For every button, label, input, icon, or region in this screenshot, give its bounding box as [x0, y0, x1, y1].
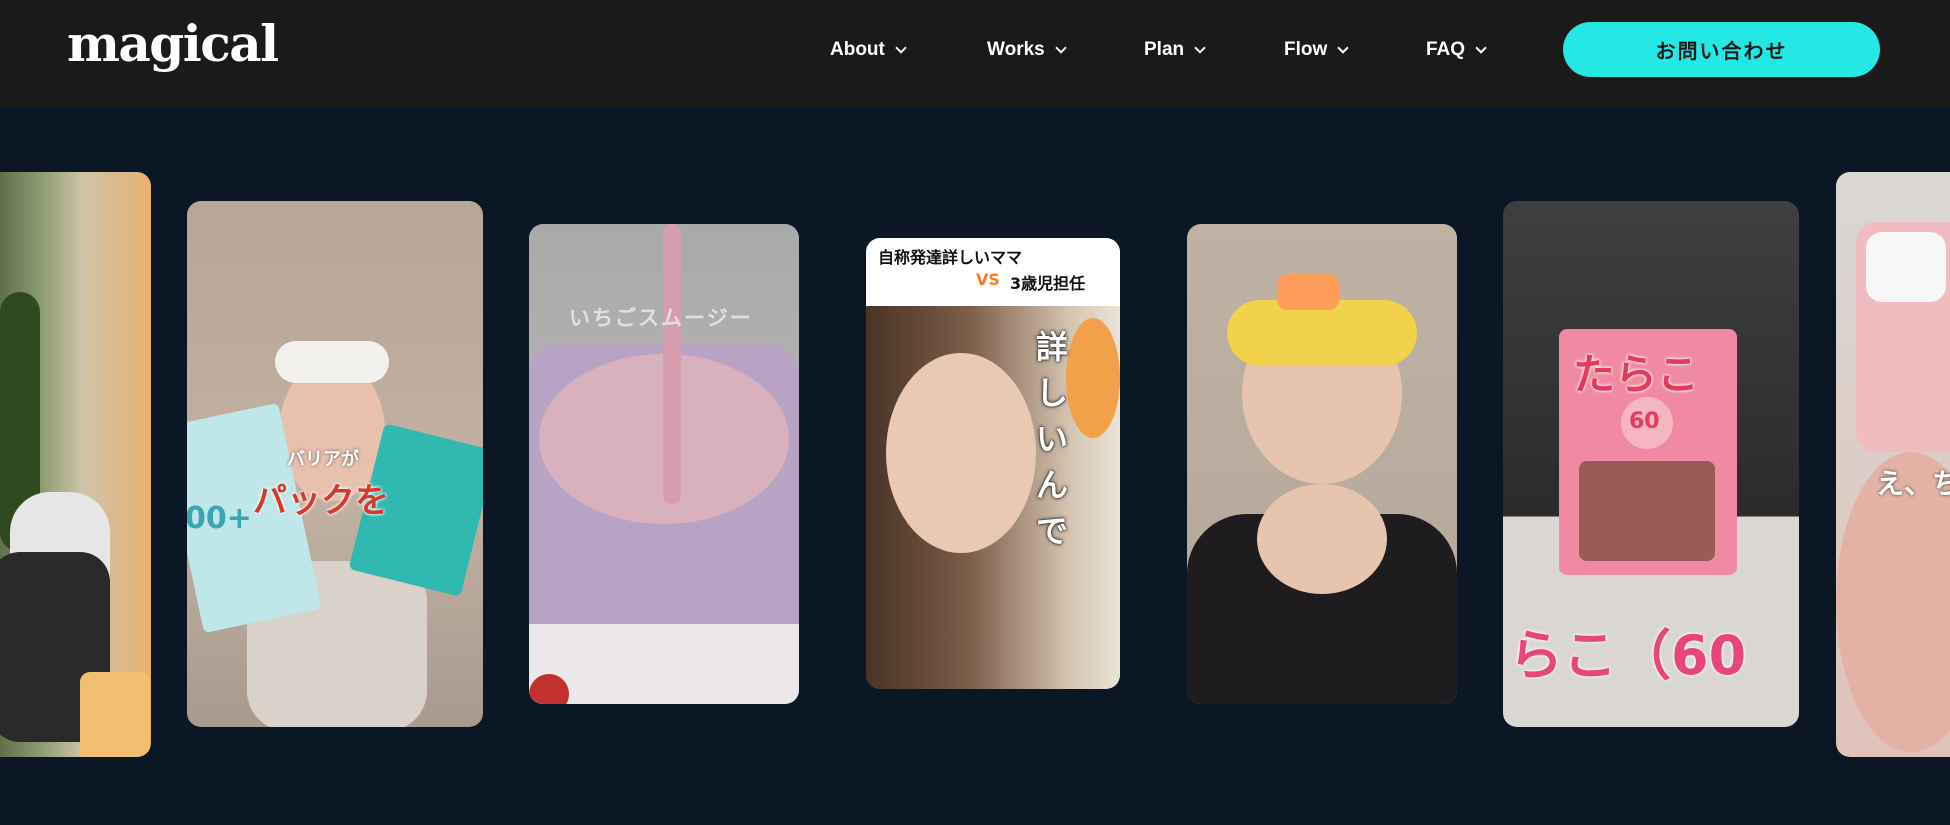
package-badge: 60 [1629, 409, 1660, 434]
nav-flow-label: Flow [1284, 39, 1328, 60]
nav-faq-label: FAQ [1426, 39, 1466, 60]
nav-about-label: About [830, 39, 885, 60]
video-caption: バリアが [287, 449, 359, 470]
vertical-caption: 詳しいんで [1036, 328, 1069, 550]
nav-about[interactable]: About [830, 36, 907, 64]
pack-label: 00+ [187, 501, 252, 536]
video-caption: らこ（60 [1509, 624, 1747, 687]
work-video-card[interactable]: いちごスムージー [529, 224, 799, 704]
work-video-card[interactable] [1187, 224, 1457, 704]
video-caption: 自称発達詳しいママ [878, 248, 1023, 267]
vs-label: VS [976, 270, 1000, 289]
nav-plan[interactable]: Plan [1144, 36, 1206, 64]
site-header: magical About Works Plan Flow FAQ お問い合わせ [0, 0, 1950, 108]
chevron-down-icon [1194, 42, 1206, 54]
chevron-down-icon [895, 42, 907, 54]
nav-works-label: Works [987, 39, 1045, 60]
chevron-down-icon [1055, 42, 1067, 54]
video-caption: パックを [253, 481, 389, 521]
nav-plan-label: Plan [1144, 39, 1185, 60]
chevron-down-icon [1475, 42, 1487, 54]
chevron-down-icon [1337, 42, 1349, 54]
video-caption: 3歳児担任 [1010, 274, 1086, 293]
video-caption: え、ち [1876, 467, 1950, 500]
work-video-card[interactable]: 自称発達詳しいママ VS 3歳児担任 詳しいんで [866, 238, 1120, 689]
work-video-card[interactable]: え、ち [1836, 172, 1950, 757]
work-video-card[interactable] [0, 172, 151, 757]
logo[interactable]: magical [67, 14, 279, 73]
nav-faq[interactable]: FAQ [1426, 36, 1487, 64]
nav-flow[interactable]: Flow [1284, 36, 1349, 64]
contact-button[interactable]: お問い合わせ [1563, 22, 1880, 77]
nav-works[interactable]: Works [987, 36, 1067, 64]
package-label: たらこ [1573, 350, 1700, 399]
video-caption: いちごスムージー [569, 306, 753, 330]
work-video-card[interactable]: 00+ バリアが パックを [187, 201, 483, 727]
work-video-card[interactable]: たらこ 60 らこ（60 [1503, 201, 1799, 727]
